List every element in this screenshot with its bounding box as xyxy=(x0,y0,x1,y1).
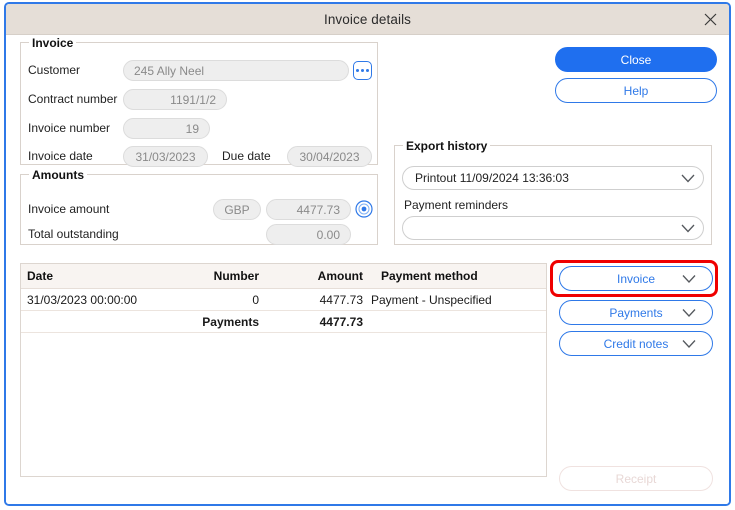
contract-number-field[interactable]: 1191/1/2 xyxy=(123,89,227,110)
customer-field[interactable]: 245 Ally Neel xyxy=(123,60,349,81)
table-summary-row: Payments 4477.73 xyxy=(21,310,546,333)
invoice-number-field[interactable]: 19 xyxy=(123,118,210,139)
cell-date: 31/03/2023 00:00:00 xyxy=(21,288,169,311)
chevron-down-icon xyxy=(682,274,696,283)
receipt-button: Receipt xyxy=(559,466,713,491)
chevron-down-icon xyxy=(681,174,695,182)
close-button[interactable]: Close xyxy=(555,47,717,72)
amounts-group-title: Amounts xyxy=(29,168,87,182)
chevron-down-icon xyxy=(682,339,696,348)
invoice-group-title: Invoice xyxy=(29,36,77,50)
cell-amount: 4477.73 xyxy=(265,288,369,311)
payment-reminders-select[interactable] xyxy=(402,216,704,240)
help-button-label: Help xyxy=(623,83,649,98)
credit-notes-dropdown-button[interactable]: Credit notes xyxy=(559,331,713,356)
close-icon[interactable] xyxy=(699,8,721,30)
column-header-payment-method[interactable]: Payment method xyxy=(369,264,546,289)
close-button-label: Close xyxy=(620,52,652,67)
window-title: Invoice details xyxy=(323,11,412,27)
invoice-date-field[interactable]: 31/03/2023 xyxy=(123,146,208,167)
customer-label: Customer xyxy=(28,63,81,77)
export-history-select[interactable]: Printout 11/09/2024 13:36:03 xyxy=(402,166,704,190)
currency-refresh-icon[interactable] xyxy=(355,200,373,218)
cell-number: 0 xyxy=(169,288,265,311)
currency-field[interactable]: GBP xyxy=(213,199,261,220)
export-history-group-title: Export history xyxy=(403,139,491,153)
due-date-label: Due date xyxy=(222,149,271,163)
payments-table[interactable]: Date Number Amount Payment method 31/03/… xyxy=(20,263,547,477)
payments-grid: Date Number Amount Payment method 31/03/… xyxy=(21,264,546,333)
invoice-date-label: Invoice date xyxy=(28,149,93,163)
help-button[interactable]: Help xyxy=(555,78,717,103)
dialog-body: Invoice Customer 245 Ally Neel Contract … xyxy=(6,35,729,504)
due-date-field[interactable]: 30/04/2023 xyxy=(287,146,372,167)
ellipsis-icon[interactable] xyxy=(353,61,372,80)
invoice-amount-field[interactable]: 4477.73 xyxy=(266,199,351,220)
receipt-button-label: Receipt xyxy=(615,471,657,486)
summary-spacer xyxy=(21,310,169,333)
table-row[interactable]: 31/03/2023 00:00:00 0 4477.73 Payment - … xyxy=(21,288,546,311)
invoice-dropdown-button[interactable]: Invoice xyxy=(559,266,713,291)
total-outstanding-field[interactable]: 0.00 xyxy=(266,224,351,245)
invoice-amount-label: Invoice amount xyxy=(28,202,110,216)
summary-spacer-end xyxy=(369,310,546,333)
invoice-details-dialog: Invoice details Invoice Customer 245 All… xyxy=(4,2,731,506)
total-outstanding-label: Total outstanding xyxy=(28,227,119,241)
column-header-amount[interactable]: Amount xyxy=(265,264,369,289)
column-header-number[interactable]: Number xyxy=(169,264,265,289)
summary-amount: 4477.73 xyxy=(265,310,369,333)
table-header-row: Date Number Amount Payment method xyxy=(21,264,546,289)
payment-reminders-label: Payment reminders xyxy=(404,198,509,212)
summary-label: Payments xyxy=(169,310,265,333)
payments-dropdown-button[interactable]: Payments xyxy=(559,300,713,325)
chevron-down-icon xyxy=(681,224,695,232)
titlebar: Invoice details xyxy=(6,4,729,35)
cell-payment-method: Payment - Unspecified xyxy=(369,288,546,311)
invoice-number-label: Invoice number xyxy=(28,121,111,135)
export-history-value: Printout 11/09/2024 13:36:03 xyxy=(415,171,569,185)
chevron-down-icon xyxy=(682,308,696,317)
contract-number-label: Contract number xyxy=(28,92,118,106)
column-header-date[interactable]: Date xyxy=(21,264,169,289)
